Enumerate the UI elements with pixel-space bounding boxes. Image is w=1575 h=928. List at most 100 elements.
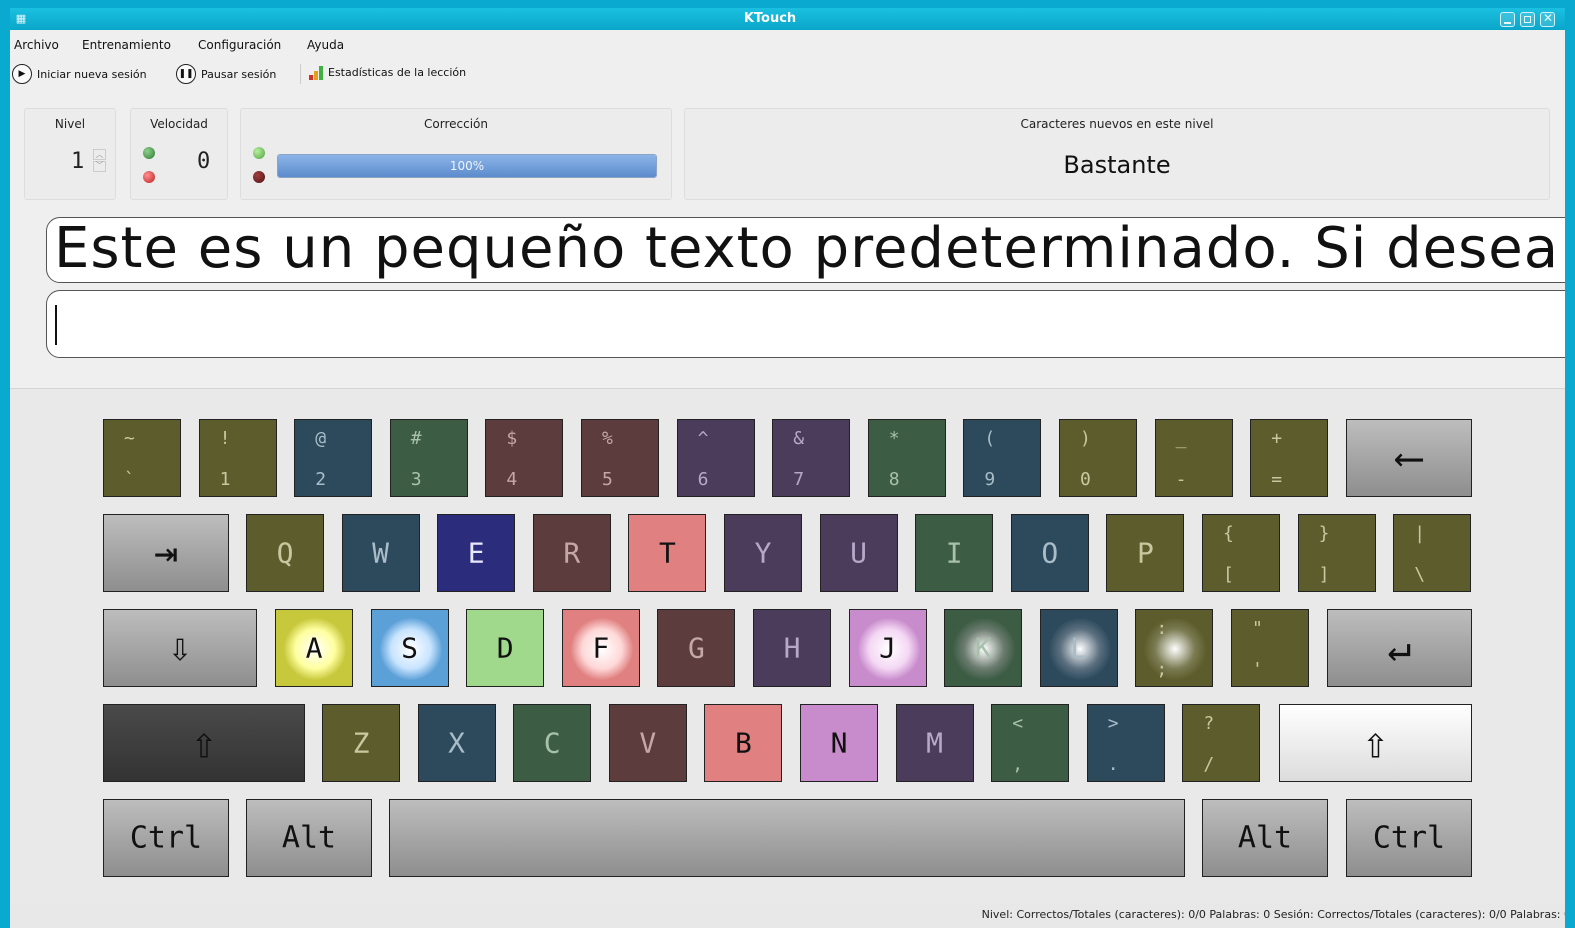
pause-session-button[interactable]: ❚❚ Pausar sesión [176,64,276,84]
key-x[interactable]: X [417,704,496,782]
menu-bar: Archivo Entrenamiento Configuración Ayud… [10,36,1565,56]
key-shift-label: ( [984,428,996,449]
key-u45[interactable]: _ - [1154,419,1233,497]
key-n[interactable]: N [800,704,878,782]
key-o[interactable]: O [1010,514,1089,592]
menu-entrenamiento[interactable]: Entrenamiento [82,38,171,52]
key-label: D [496,631,514,665]
start-session-button[interactable]: ▶ Iniciar nueva sesión [12,64,147,84]
key-k[interactable]: K [944,609,1023,687]
right-ctrl-key[interactable]: Ctrl [1346,799,1472,877]
key-p[interactable]: P [1106,514,1185,592]
key-e[interactable]: E [437,514,516,592]
key-label: O [1041,536,1059,570]
key-m[interactable]: M [895,704,974,782]
toolbar-separator [300,64,301,84]
key-s[interactable]: S [370,609,449,687]
right-alt-key[interactable]: Alt [1202,799,1328,877]
space-key[interactable] [389,799,1185,877]
pause-session-label: Pausar sesión [201,67,277,81]
key-shift-label: } [1318,523,1330,544]
key-w[interactable]: W [341,514,420,592]
key-d[interactable]: D [466,609,545,687]
key-label: A [305,631,323,665]
key-label: F [592,631,610,665]
key-0[interactable]: ) 0 [1059,419,1137,497]
key-6[interactable]: ^ 6 [676,419,755,497]
key-label: M [926,726,944,760]
key-l[interactable]: L [1039,609,1118,687]
minimize-button[interactable] [1500,12,1515,27]
key-u61[interactable]: + = [1250,419,1329,497]
menu-archivo[interactable]: Archivo [14,38,59,52]
key-label: 8 [888,469,900,490]
key-7[interactable]: & 7 [772,419,851,497]
key-j[interactable]: J [848,609,927,687]
key-i[interactable]: I [915,514,994,592]
key-u47[interactable]: ? / [1182,704,1261,782]
text-caret [55,305,57,345]
key-shift-label: ^ [697,428,709,449]
key-3[interactable]: #3 [389,419,468,497]
tab-key[interactable]: ⇥ [103,514,229,592]
key-g[interactable]: G [657,609,736,687]
key-shift-label: _ [1175,428,1187,449]
key-r[interactable]: R [532,514,611,592]
close-button[interactable]: ✕ [1540,11,1555,27]
correction-title: Corrección [424,117,488,131]
typing-input-line[interactable] [46,290,1565,358]
key-1[interactable]: ! 1 [198,419,277,497]
key-z[interactable]: Z [322,704,400,782]
level-up-button[interactable]: ︿ [93,149,106,160]
right-shift-key[interactable]: ⇧ [1279,704,1472,782]
key-8[interactable]: * 8 [867,419,946,497]
maximize-button[interactable] [1520,12,1535,27]
level-down-button[interactable]: ﹀ [93,161,106,172]
level-value: 1 [71,149,85,174]
key-h[interactable]: H [753,609,831,687]
key-u92[interactable]: | \ [1393,514,1472,592]
caps-lock-key[interactable]: ⇩ [103,609,257,687]
title-bar[interactable]: ▦ KTouch ✕ [10,8,1565,30]
left-alt-key[interactable]: Alt [246,799,372,877]
key-2[interactable]: @2 [294,419,373,497]
menu-ayuda[interactable]: Ayuda [307,38,344,52]
key-5[interactable]: % 5 [581,419,659,497]
key-4[interactable]: $4 [485,419,564,497]
left-ctrl-icon: Ctrl [129,820,203,856]
key-u[interactable]: U [819,514,898,592]
key-u91[interactable]: {[ [1202,514,1280,592]
key-u39[interactable]: " ' [1231,609,1309,687]
key-u59[interactable]: :; [1135,609,1214,687]
key-u46[interactable]: >. [1086,704,1165,782]
key-v[interactable]: V [608,704,687,782]
key-label: C [543,726,561,760]
key-y[interactable]: Y [724,514,802,592]
key-u93[interactable]: }] [1297,514,1376,592]
left-shift-icon: ⇧ [190,717,218,769]
key-shift-label: " [1252,618,1263,639]
left-ctrl-key[interactable]: Ctrl [103,799,229,877]
key-b[interactable]: B [704,704,783,782]
key-label: Y [754,536,772,570]
key-t[interactable]: T [628,514,707,592]
key-u44[interactable]: <, [991,704,1070,782]
key-u96[interactable]: ~ ` [103,419,181,497]
left-shift-key[interactable]: ⇧ [103,704,305,782]
backspace-key[interactable]: ⟵ [1346,419,1472,497]
key-f[interactable]: F [561,609,640,687]
correction-progress-text: 100% [449,159,485,173]
key-shift-label: ) [1080,428,1091,449]
lesson-stats-button[interactable]: Estadísticas de la lección [309,64,466,80]
key-9[interactable]: (9 [963,419,1042,497]
key-label: ] [1318,564,1330,585]
toolbar: ▶ Iniciar nueva sesión ❚❚ Pausar sesión … [10,62,1565,86]
key-a[interactable]: A [275,609,353,687]
key-label: / [1203,754,1215,775]
enter-key[interactable]: ↵ [1327,609,1472,687]
correction-red-led [253,171,265,183]
status-bar: Nivel: Correctos/Totales (caracteres): 0… [10,904,1565,928]
key-c[interactable]: C [513,704,592,782]
menu-configuracion[interactable]: Configuración [198,38,281,52]
key-q[interactable]: Q [246,514,324,592]
